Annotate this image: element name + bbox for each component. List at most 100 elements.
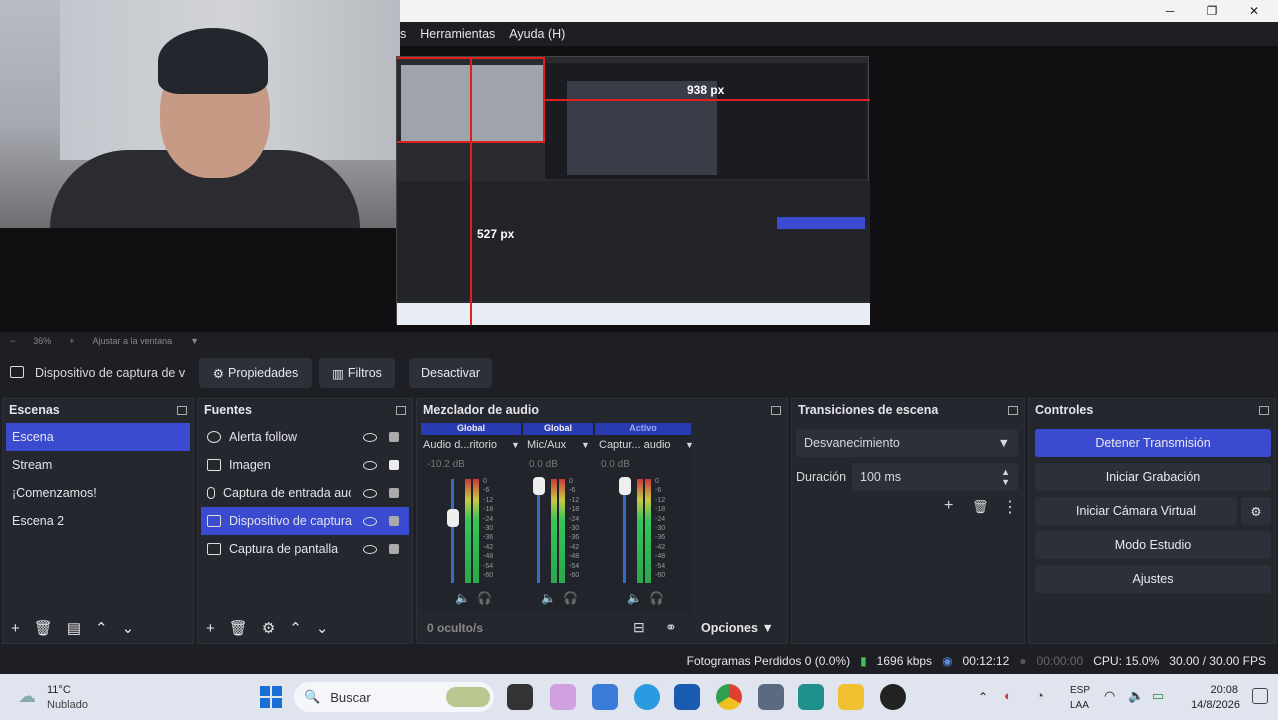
chevron-up-icon[interactable]: ⌃ bbox=[978, 690, 988, 704]
undock-icon[interactable] bbox=[177, 405, 187, 415]
lock-icon[interactable] bbox=[389, 460, 399, 470]
headphones-icon[interactable]: 🎧 bbox=[649, 591, 664, 605]
clock-time[interactable]: 20:08 bbox=[1186, 684, 1238, 696]
layout-icon[interactable]: ⊟ bbox=[633, 619, 645, 636]
link-icon[interactable]: ⚭ bbox=[665, 619, 677, 636]
chrome-icon[interactable] bbox=[716, 684, 742, 710]
chevron-down-icon[interactable]: ▼ bbox=[511, 440, 520, 450]
volume-knob[interactable] bbox=[619, 477, 631, 495]
headphones-icon[interactable]: 🎧 bbox=[563, 591, 578, 605]
tray-app-icon[interactable]: ◔ bbox=[1036, 688, 1044, 703]
scene-item[interactable]: ¡Comenzamos! bbox=[6, 479, 190, 507]
undock-icon[interactable] bbox=[771, 405, 781, 415]
chevron-down-icon[interactable]: ▼ bbox=[190, 336, 199, 346]
settings-button[interactable]: Ajustes bbox=[1035, 565, 1271, 593]
folder-icon[interactable] bbox=[838, 684, 864, 710]
deactivate-button[interactable]: Desactivar bbox=[409, 358, 492, 388]
undock-icon[interactable] bbox=[1259, 405, 1269, 415]
screen-capture-preview[interactable]: 938 px 527 px bbox=[396, 56, 870, 325]
chevron-down-icon[interactable]: ▼ bbox=[685, 440, 694, 450]
zoom-in-button[interactable]: + bbox=[69, 336, 74, 346]
language-indicator[interactable]: ESP bbox=[1070, 685, 1090, 696]
source-item[interactable]: Alerta follow bbox=[201, 423, 409, 451]
obs-icon[interactable] bbox=[880, 684, 906, 710]
tray-app-icon[interactable]: ◐ bbox=[1004, 688, 1012, 703]
lock-icon[interactable] bbox=[389, 432, 399, 442]
source-item[interactable]: Captura de entrada auc bbox=[201, 479, 409, 507]
menu-item-help[interactable]: Ayuda (H) bbox=[509, 27, 565, 41]
store-icon[interactable] bbox=[674, 684, 700, 710]
speaker-icon[interactable]: 🔈 bbox=[455, 591, 470, 605]
app-icon[interactable] bbox=[798, 684, 824, 710]
task-view-icon[interactable] bbox=[507, 684, 533, 710]
source-item[interactable]: Imagen bbox=[201, 451, 409, 479]
more-icon[interactable]: ⋮ bbox=[1002, 497, 1018, 517]
undock-icon[interactable] bbox=[1008, 405, 1018, 415]
close-button[interactable]: ✕ bbox=[1232, 0, 1276, 22]
arrow-up-icon[interactable]: ⌃ bbox=[289, 619, 302, 637]
menu-item-partial[interactable]: s bbox=[400, 27, 406, 41]
outlook-icon[interactable] bbox=[592, 684, 618, 710]
add-icon[interactable]: + bbox=[944, 497, 953, 515]
arrow-down-icon[interactable]: ⌄ bbox=[122, 619, 135, 637]
lock-icon[interactable] bbox=[389, 516, 399, 526]
eye-icon[interactable] bbox=[363, 544, 377, 554]
duration-input[interactable]: 100 ms ▲ ▼ bbox=[852, 463, 1018, 491]
source-item[interactable]: Captura de pantalla bbox=[201, 535, 409, 563]
undock-icon[interactable] bbox=[396, 405, 406, 415]
weather-temp[interactable]: 11°C bbox=[47, 684, 71, 696]
eye-icon[interactable] bbox=[363, 460, 377, 470]
windows-start-icon[interactable] bbox=[260, 686, 282, 708]
eye-icon[interactable] bbox=[363, 516, 377, 526]
eye-icon[interactable] bbox=[363, 488, 377, 498]
volume-slider[interactable] bbox=[451, 479, 454, 583]
filter-icon[interactable]: ▤ bbox=[67, 619, 81, 637]
properties-button[interactable]: ⚙ Propiedades bbox=[199, 358, 312, 388]
menu-item-tools[interactable]: Herramientas bbox=[420, 27, 495, 41]
taskbar-search[interactable]: 🔍 Buscar bbox=[294, 682, 494, 712]
maximize-button[interactable]: ❐ bbox=[1190, 0, 1234, 22]
spinner-icon[interactable]: ▲ ▼ bbox=[1001, 467, 1010, 487]
battery-icon[interactable]: ▭ bbox=[1152, 688, 1164, 704]
filters-button[interactable]: ▥ Filtros bbox=[319, 358, 395, 388]
copilot-icon[interactable] bbox=[550, 684, 576, 710]
trash-icon[interactable]: 🗑 bbox=[34, 619, 53, 637]
arrow-up-icon[interactable]: ⌃ bbox=[95, 619, 108, 637]
zoom-out-button[interactable]: − bbox=[10, 336, 15, 346]
weather-text[interactable]: Nublado bbox=[47, 699, 88, 711]
volume-knob[interactable] bbox=[447, 509, 459, 527]
start-recording-button[interactable]: Iniciar Grabación bbox=[1035, 463, 1271, 491]
volume-icon[interactable]: 🔈 bbox=[1128, 688, 1144, 704]
arrow-down-icon[interactable]: ⌄ bbox=[316, 619, 329, 637]
wifi-icon[interactable]: ◠ bbox=[1104, 688, 1115, 704]
headphones-icon[interactable]: 🎧 bbox=[477, 591, 492, 605]
edge-icon[interactable] bbox=[634, 684, 660, 710]
studio-mode-button[interactable]: Modo Estudio bbox=[1035, 531, 1271, 559]
trash-icon[interactable]: 🗑 bbox=[229, 619, 248, 637]
notification-icon[interactable] bbox=[1252, 688, 1268, 704]
chevron-down-icon[interactable]: ▼ bbox=[581, 440, 590, 450]
app-icon[interactable] bbox=[758, 684, 784, 710]
scene-item[interactable]: Escena bbox=[6, 423, 190, 451]
virtual-camera-button[interactable]: Iniciar Cámara Virtual bbox=[1035, 497, 1237, 525]
clock-date[interactable]: 14/8/2026 bbox=[1180, 699, 1240, 711]
zoom-fit[interactable]: Ajustar a la ventana bbox=[93, 336, 173, 346]
add-icon[interactable]: + bbox=[206, 620, 215, 637]
minimize-button[interactable]: ─ bbox=[1148, 0, 1192, 22]
source-item[interactable]: Dispositivo de captura bbox=[201, 507, 409, 535]
speaker-icon[interactable]: 🔈 bbox=[627, 591, 642, 605]
lock-icon[interactable] bbox=[389, 544, 399, 554]
mixer-options-button[interactable]: Opciones ▼ bbox=[701, 621, 774, 635]
volume-knob[interactable] bbox=[533, 477, 545, 495]
trash-icon[interactable]: 🗑 bbox=[972, 499, 989, 515]
scene-item[interactable]: Escena 2 bbox=[6, 507, 190, 535]
lock-icon[interactable] bbox=[389, 488, 399, 498]
gear-icon[interactable]: ⚙ bbox=[262, 619, 275, 637]
scene-item[interactable]: Stream bbox=[6, 451, 190, 479]
add-icon[interactable]: + bbox=[11, 620, 20, 637]
speaker-icon[interactable]: 🔈 bbox=[541, 591, 556, 605]
stop-streaming-button[interactable]: Detener Transmisión bbox=[1035, 429, 1271, 457]
virtual-camera-settings-button[interactable]: ⚙ bbox=[1241, 497, 1271, 525]
eye-icon[interactable] bbox=[363, 432, 377, 442]
region-indicator[interactable]: LAA bbox=[1070, 700, 1089, 711]
